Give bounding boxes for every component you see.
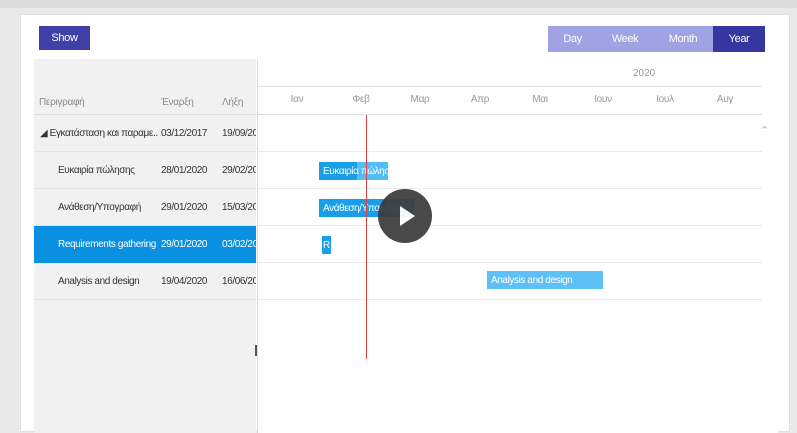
month-label: Ιουλ	[656, 94, 674, 105]
task-start-date: 29/01/2020	[161, 239, 208, 250]
task-row[interactable]: ◢ Εγκατάσταση και παραμε... 03/12/2017 1…	[34, 115, 256, 152]
month-label: Ιαν	[290, 94, 304, 105]
gantt-bar[interactable]: R	[322, 236, 331, 254]
task-end-date: 16/06/20	[222, 276, 256, 287]
chevron-up-icon[interactable]: ⌃	[760, 124, 769, 137]
gantt-bar-label: Ευκαιρία πώλησης	[323, 165, 388, 177]
pane-splitter-handle[interactable]	[255, 345, 257, 356]
month-label: Απρ	[470, 94, 490, 105]
month-label: Φεβ	[352, 94, 370, 105]
play-icon[interactable]	[378, 189, 432, 243]
view-day-button[interactable]: Day	[548, 26, 597, 52]
gantt-bar[interactable]: Analysis and design	[487, 271, 603, 289]
task-end-date: 15/03/20	[222, 202, 256, 213]
task-description: ◢ Εγκατάσταση και παραμε...	[40, 128, 158, 139]
column-header-start[interactable]: Έναρξη	[161, 97, 194, 108]
timeline-row	[258, 115, 763, 152]
timeline-year-label: 2020	[633, 68, 656, 79]
window-top-border	[0, 0, 797, 8]
month-label: Μαρ	[410, 94, 430, 105]
task-description: Analysis and design	[58, 276, 140, 287]
view-week-button[interactable]: Week	[597, 26, 653, 52]
task-start-date: 03/12/2017	[161, 128, 208, 139]
task-row[interactable]: Analysis and design 19/04/2020 16/06/20	[34, 263, 256, 300]
timeline-year-header: 2020	[258, 59, 763, 87]
view-year-button[interactable]: Year	[713, 26, 765, 52]
timeline-row: R	[258, 226, 763, 263]
task-start-date: 19/04/2020	[161, 276, 208, 287]
timeline-row: Ευκαιρία πώλησης	[258, 152, 763, 189]
task-end-date: 19/09/20	[222, 128, 256, 139]
month-label: Ιουν	[594, 94, 612, 105]
task-end-date: 03/02/20	[222, 239, 256, 250]
view-month-button[interactable]: Month	[653, 26, 713, 52]
task-row[interactable]: Ανάθεση/Υπογραφή 29/01/2020 15/03/20	[34, 189, 256, 226]
timeline-chart: 2020 Ιαν Φεβ Μαρ Απρ Μαι Ιουν Ιουλ Αυγ Ε…	[257, 59, 763, 433]
task-description: Ανάθεση/Υπογραφή	[58, 202, 141, 213]
task-grid-header: Περιγραφή Έναρξη Λήξη	[34, 59, 256, 115]
month-label: Αυγ	[716, 94, 734, 105]
month-label: Μαι	[532, 94, 548, 105]
task-start-date: 28/01/2020	[161, 165, 208, 176]
gantt-bar-label: Analysis and design	[491, 274, 573, 286]
task-start-date: 29/01/2020	[161, 202, 208, 213]
task-grid: Περιγραφή Έναρξη Λήξη ◢ Εγκατάσταση και …	[34, 59, 256, 433]
timeline-row: Ανάθεση/Υπογραφή	[258, 189, 763, 226]
column-header-description[interactable]: Περιγραφή	[39, 97, 85, 108]
today-marker-line	[366, 115, 367, 359]
task-description: Ευκαιρία πώλησης	[58, 165, 135, 176]
vertical-scrollbar[interactable]	[762, 59, 778, 433]
gantt-bar[interactable]: Ευκαιρία πώλησης	[319, 162, 388, 180]
gantt-bar-label: R	[323, 239, 330, 251]
timeline-row: Analysis and design	[258, 263, 763, 300]
timeline-month-header: Ιαν Φεβ Μαρ Απρ Μαι Ιουν Ιουλ Αυγ	[258, 87, 763, 115]
task-row-selected[interactable]: Requirements gathering 29/01/2020 03/02/…	[34, 226, 256, 263]
task-row[interactable]: Ευκαιρία πώλησης 28/01/2020 29/02/20	[34, 152, 256, 189]
show-button[interactable]: Show	[39, 26, 90, 50]
column-header-end[interactable]: Λήξη	[222, 97, 243, 108]
task-end-date: 29/02/20	[222, 165, 256, 176]
view-switcher: Day Week Month Year	[548, 26, 765, 52]
task-description: Requirements gathering	[58, 239, 156, 250]
